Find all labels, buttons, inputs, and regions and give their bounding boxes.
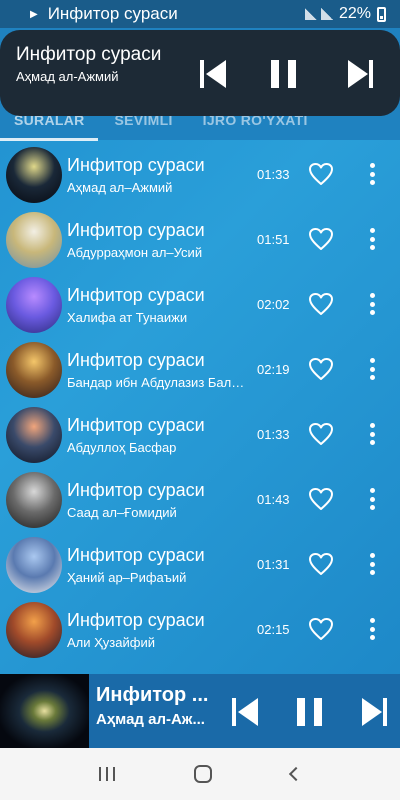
now-playing-artwork bbox=[0, 674, 89, 748]
favorite-heart-icon[interactable] bbox=[308, 292, 334, 316]
track-row[interactable]: Инфитор сураси Али Ҳузайфий 02:15 bbox=[0, 597, 400, 662]
track-thumbnail bbox=[6, 407, 62, 463]
notification-player[interactable]: Инфитор сураси Аҳмад ал-Ажмий bbox=[0, 30, 400, 116]
track-title: Инфитор сураси bbox=[67, 415, 205, 435]
track-row[interactable]: Инфитор сураси Абдурраҳмон ал–Усий 01:51 bbox=[0, 207, 400, 272]
favorite-heart-icon[interactable] bbox=[308, 617, 334, 641]
bottom-player[interactable]: Инфитор ... Аҳмад ал-Аж... bbox=[0, 674, 400, 748]
more-options-icon[interactable] bbox=[364, 486, 380, 512]
status-notification-title: Инфитор сураси bbox=[47, 4, 178, 23]
track-duration: 01:43 bbox=[257, 492, 290, 507]
track-artist: Али Ҳузайфий bbox=[67, 635, 155, 650]
track-thumbnail bbox=[6, 277, 62, 333]
track-artist: Халифа ат Тунаижи bbox=[67, 310, 188, 325]
battery-icon bbox=[377, 6, 386, 22]
track-list: Инфитор сураси Аҳмад ал–Ажмий 01:33 Инфи… bbox=[0, 142, 400, 662]
track-duration: 01:33 bbox=[257, 427, 290, 442]
track-duration: 01:51 bbox=[257, 232, 290, 247]
notification-previous-icon[interactable] bbox=[198, 60, 230, 90]
track-thumbnail bbox=[6, 537, 62, 593]
track-thumbnail bbox=[6, 147, 62, 203]
track-title: Инфитор сураси bbox=[67, 155, 205, 175]
track-title: Инфитор сураси bbox=[67, 545, 205, 565]
battery-percent: 22% bbox=[338, 5, 371, 22]
track-artist: Аҳмад ал–Ажмий bbox=[67, 180, 173, 195]
track-thumbnail bbox=[6, 342, 62, 398]
more-options-icon[interactable] bbox=[364, 226, 380, 252]
status-bar: ▶ Инфитор сураси 22% bbox=[0, 0, 400, 28]
track-row[interactable]: Инфитор сураси Ҳаний ар–Рифаъий 01:31 bbox=[0, 532, 400, 597]
notification-title: Инфитор сураси bbox=[16, 44, 162, 65]
more-options-icon[interactable] bbox=[364, 356, 380, 382]
more-options-icon[interactable] bbox=[364, 616, 380, 642]
more-options-icon[interactable] bbox=[364, 551, 380, 577]
more-options-icon[interactable] bbox=[364, 421, 380, 447]
track-artist: Абдуллоҳ Басфар bbox=[67, 440, 177, 455]
favorite-heart-icon[interactable] bbox=[308, 162, 334, 186]
track-row[interactable]: Инфитор сураси Аҳмад ал–Ажмий 01:33 bbox=[0, 142, 400, 207]
track-row[interactable]: Инфитор сураси Бандар ибн Абдулазиз Бали… bbox=[0, 337, 400, 402]
back-icon[interactable] bbox=[288, 766, 303, 782]
previous-icon[interactable] bbox=[230, 698, 262, 728]
play-indicator-icon: ▶ bbox=[30, 8, 38, 20]
track-row[interactable]: Инфитор сураси Абдуллоҳ Басфар 01:33 bbox=[0, 402, 400, 467]
recent-apps-icon[interactable] bbox=[99, 767, 116, 781]
track-title: Инфитор сураси bbox=[67, 350, 205, 370]
track-thumbnail bbox=[6, 212, 62, 268]
notification-pause-icon[interactable] bbox=[268, 60, 300, 90]
favorite-heart-icon[interactable] bbox=[308, 357, 334, 381]
favorite-heart-icon[interactable] bbox=[308, 552, 334, 576]
tab-indicator bbox=[0, 138, 98, 141]
track-duration: 02:19 bbox=[257, 362, 290, 377]
track-duration: 01:33 bbox=[257, 167, 290, 182]
track-artist: Ҳаний ар–Рифаъий bbox=[67, 570, 187, 585]
next-icon[interactable] bbox=[358, 698, 390, 728]
track-title: Инфитор сураси bbox=[67, 220, 205, 240]
signal-icon-2 bbox=[320, 8, 333, 20]
track-title: Инфитор сураси bbox=[67, 610, 205, 630]
pause-icon[interactable] bbox=[294, 698, 326, 728]
home-icon[interactable] bbox=[193, 765, 212, 783]
track-artist: Абдурраҳмон ал–Усий bbox=[67, 245, 203, 260]
track-row[interactable]: Инфитор сураси Саад ал–Ғомидий 01:43 bbox=[0, 467, 400, 532]
now-playing-artist: Аҳмад ал-Аж... bbox=[96, 711, 205, 728]
track-artist: Саад ал–Ғомидий bbox=[67, 505, 177, 520]
system-nav-bar bbox=[0, 748, 400, 800]
track-duration: 02:02 bbox=[257, 297, 290, 312]
track-title: Инфитор сураси bbox=[67, 480, 205, 500]
track-artist: Бандар ибн Абдулазиз Балийла bbox=[67, 375, 251, 390]
favorite-heart-icon[interactable] bbox=[308, 487, 334, 511]
more-options-icon[interactable] bbox=[364, 291, 380, 317]
more-options-icon[interactable] bbox=[364, 161, 380, 187]
track-thumbnail bbox=[6, 472, 62, 528]
signal-icon bbox=[304, 8, 317, 20]
notification-artist: Аҳмад ал-Ажмий bbox=[16, 69, 119, 84]
track-title: Инфитор сураси bbox=[67, 285, 205, 305]
favorite-heart-icon[interactable] bbox=[308, 227, 334, 251]
notification-next-icon[interactable] bbox=[344, 60, 376, 90]
track-duration: 02:15 bbox=[257, 622, 290, 637]
track-row[interactable]: Инфитор сураси Халифа ат Тунаижи 02:02 bbox=[0, 272, 400, 337]
favorite-heart-icon[interactable] bbox=[308, 422, 334, 446]
track-duration: 01:31 bbox=[257, 557, 290, 572]
now-playing-title: Инфитор ... bbox=[96, 684, 209, 706]
track-thumbnail bbox=[6, 602, 62, 658]
